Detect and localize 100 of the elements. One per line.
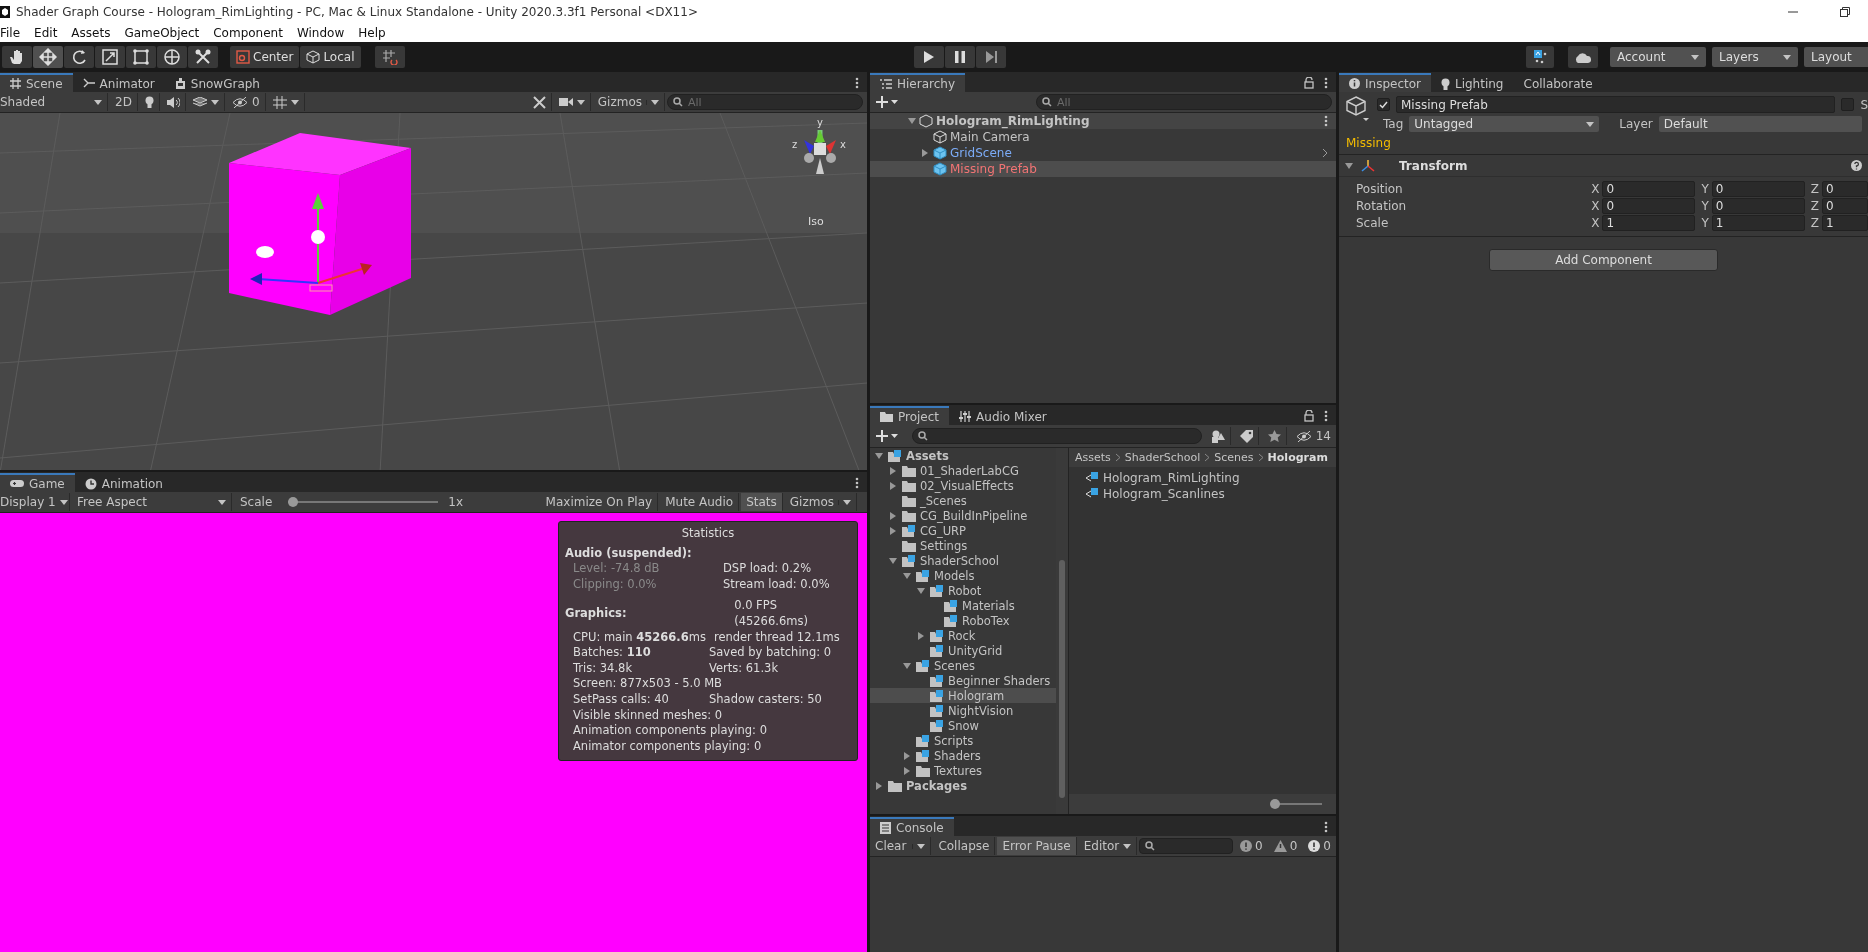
tree-row[interactable]: _Scenes	[870, 493, 1056, 508]
scene-file[interactable]: Hologram_RimLighting	[1069, 470, 1336, 486]
rect-tool-button[interactable]	[126, 46, 156, 68]
tree-row[interactable]: Materials	[870, 598, 1056, 613]
expand-arrow-icon[interactable]	[917, 586, 925, 595]
number-field[interactable]: 0	[1711, 197, 1805, 214]
menu-item[interactable]: File	[0, 26, 28, 40]
add-icon[interactable]	[876, 96, 898, 108]
collapse-arrow-icon[interactable]	[889, 526, 897, 535]
search-field[interactable]	[1139, 838, 1234, 854]
scene-row[interactable]: Hologram_RimLighting	[870, 113, 1336, 129]
active-checkbox[interactable]	[1377, 98, 1390, 111]
help-icon[interactable]	[1851, 160, 1862, 171]
tree-row[interactable]: ShaderSchool	[870, 553, 1056, 568]
name-field[interactable]: Missing Prefab	[1396, 96, 1836, 113]
menu-item[interactable]: Component	[206, 26, 290, 40]
panel-tab[interactable]: Hierarchy	[870, 73, 965, 92]
orientation-gizmo-drawing[interactable]	[804, 130, 836, 174]
panel-tab[interactable]: Inspector	[1339, 73, 1431, 92]
search-field[interactable]: All	[1036, 94, 1332, 110]
account-dropdown[interactable]: Account	[1610, 47, 1706, 67]
tree-row[interactable]: Shaders	[870, 748, 1056, 763]
hierarchy-item[interactable]: Main Camera	[870, 129, 1336, 145]
number-field[interactable]: 0	[1822, 197, 1868, 214]
restore-icon[interactable]	[1840, 7, 1850, 17]
more-icon[interactable]	[1324, 820, 1328, 833]
tree-row[interactable]: RoboTex	[870, 613, 1056, 628]
static-checkbox[interactable]	[1841, 98, 1855, 111]
search-field[interactable]	[912, 428, 1202, 444]
tree-row[interactable]: Scripts	[870, 733, 1056, 748]
panel-tab[interactable]: Scene	[0, 73, 73, 92]
more-icon[interactable]	[1324, 76, 1328, 89]
scale-tool-button[interactable]	[95, 46, 125, 68]
toggle-button[interactable]: Stats	[741, 493, 783, 511]
expand-arrow-icon[interactable]	[875, 451, 883, 460]
panel-tab[interactable]: Lighting	[1431, 73, 1514, 92]
number-field[interactable]: 1	[1602, 214, 1696, 231]
cloud-button[interactable]	[1568, 46, 1598, 68]
expand-arrow-icon[interactable]	[903, 661, 911, 670]
projection-label[interactable]: Iso	[808, 215, 824, 228]
tree-row[interactable]: NightVision	[870, 703, 1056, 718]
tree-row[interactable]: CG_BuildInPipeline	[870, 508, 1056, 523]
tree-row[interactable]: Robot	[870, 583, 1056, 598]
scene-file[interactable]: Hologram_Scanlines	[1069, 486, 1336, 502]
expand-arrow-icon[interactable]	[889, 556, 897, 565]
panel-tab[interactable]: Audio Mixer	[949, 406, 1057, 425]
rotate-tool-button[interactable]	[64, 46, 94, 68]
panel-tab[interactable]: Animation	[74, 473, 173, 492]
number-field[interactable]: 0	[1602, 180, 1696, 197]
pause-button[interactable]	[945, 46, 976, 68]
lock-icon[interactable]	[1304, 76, 1314, 89]
chevron-icon[interactable]	[1322, 148, 1328, 158]
snap-button[interactable]	[374, 46, 405, 68]
shading-dropdown[interactable]: Shaded	[0, 93, 108, 111]
tree-row[interactable]: UnityGrid	[870, 643, 1056, 658]
tag-dropdown[interactable]: Untagged	[1409, 116, 1600, 132]
move-tool-button[interactable]	[33, 46, 63, 68]
menu-item[interactable]: Assets	[64, 26, 118, 40]
collapse-arrow-icon[interactable]	[903, 751, 911, 760]
tree-row[interactable]: Assets	[870, 448, 1056, 463]
tree-row[interactable]: Textures	[870, 763, 1056, 778]
collapse-arrow-icon[interactable]	[889, 466, 897, 475]
tree-row[interactable]: Hologram	[870, 688, 1056, 703]
more-icon[interactable]	[1324, 115, 1328, 127]
collapse-arrow-icon[interactable]	[921, 149, 929, 157]
collab-button[interactable]	[1526, 46, 1554, 68]
expand-arrow-icon[interactable]	[903, 571, 911, 580]
menu-item[interactable]: GameObject	[117, 26, 207, 40]
menu-item[interactable]: Edit	[27, 26, 65, 40]
expand-arrow-icon[interactable]	[908, 117, 916, 125]
breadcrumb-link[interactable]: Assets	[1075, 451, 1111, 464]
transform-tool-button[interactable]	[157, 46, 187, 68]
panel-tab[interactable]: SnowGraph	[164, 73, 270, 92]
collapse-arrow-icon[interactable]	[889, 481, 897, 490]
panel-tab[interactable]: Game	[0, 473, 75, 492]
expand-arrow-icon[interactable]	[1345, 161, 1353, 170]
number-field[interactable]: 0	[1711, 180, 1805, 197]
tree-row[interactable]: Beginner Shaders	[870, 673, 1056, 688]
panel-tab[interactable]: Animator	[72, 73, 165, 92]
display-dropdown[interactable]: Display 1	[0, 493, 70, 511]
tree-row[interactable]: 02_VisualEffects	[870, 478, 1056, 493]
panel-tab[interactable]: Console	[870, 817, 954, 836]
collapse-arrow-icon[interactable]	[875, 781, 883, 790]
tree-row[interactable]: Scenes	[870, 658, 1056, 673]
layout-dropdown[interactable]: Layout	[1804, 47, 1868, 67]
layers-dropdown[interactable]: Layers	[1712, 47, 1798, 67]
collapse-arrow-icon[interactable]	[917, 631, 925, 640]
search-field[interactable]: All	[667, 94, 863, 110]
tree-row[interactable]: Packages	[870, 778, 1056, 793]
collapse-arrow-icon[interactable]	[889, 511, 897, 520]
custom-tool-button[interactable]	[188, 46, 218, 68]
console-toggle[interactable]: Error Pause	[997, 837, 1077, 855]
step-button[interactable]	[976, 46, 1007, 68]
lock-icon[interactable]	[1304, 409, 1314, 422]
pivot-button[interactable]: Center	[230, 46, 300, 68]
menu-item[interactable]: Window	[289, 26, 352, 40]
tree-row[interactable]: Rock	[870, 628, 1056, 643]
tree-row[interactable]: 01_ShaderLabCG	[870, 463, 1056, 478]
number-field[interactable]: 0	[1602, 197, 1696, 214]
number-field[interactable]: 1	[1711, 214, 1805, 231]
